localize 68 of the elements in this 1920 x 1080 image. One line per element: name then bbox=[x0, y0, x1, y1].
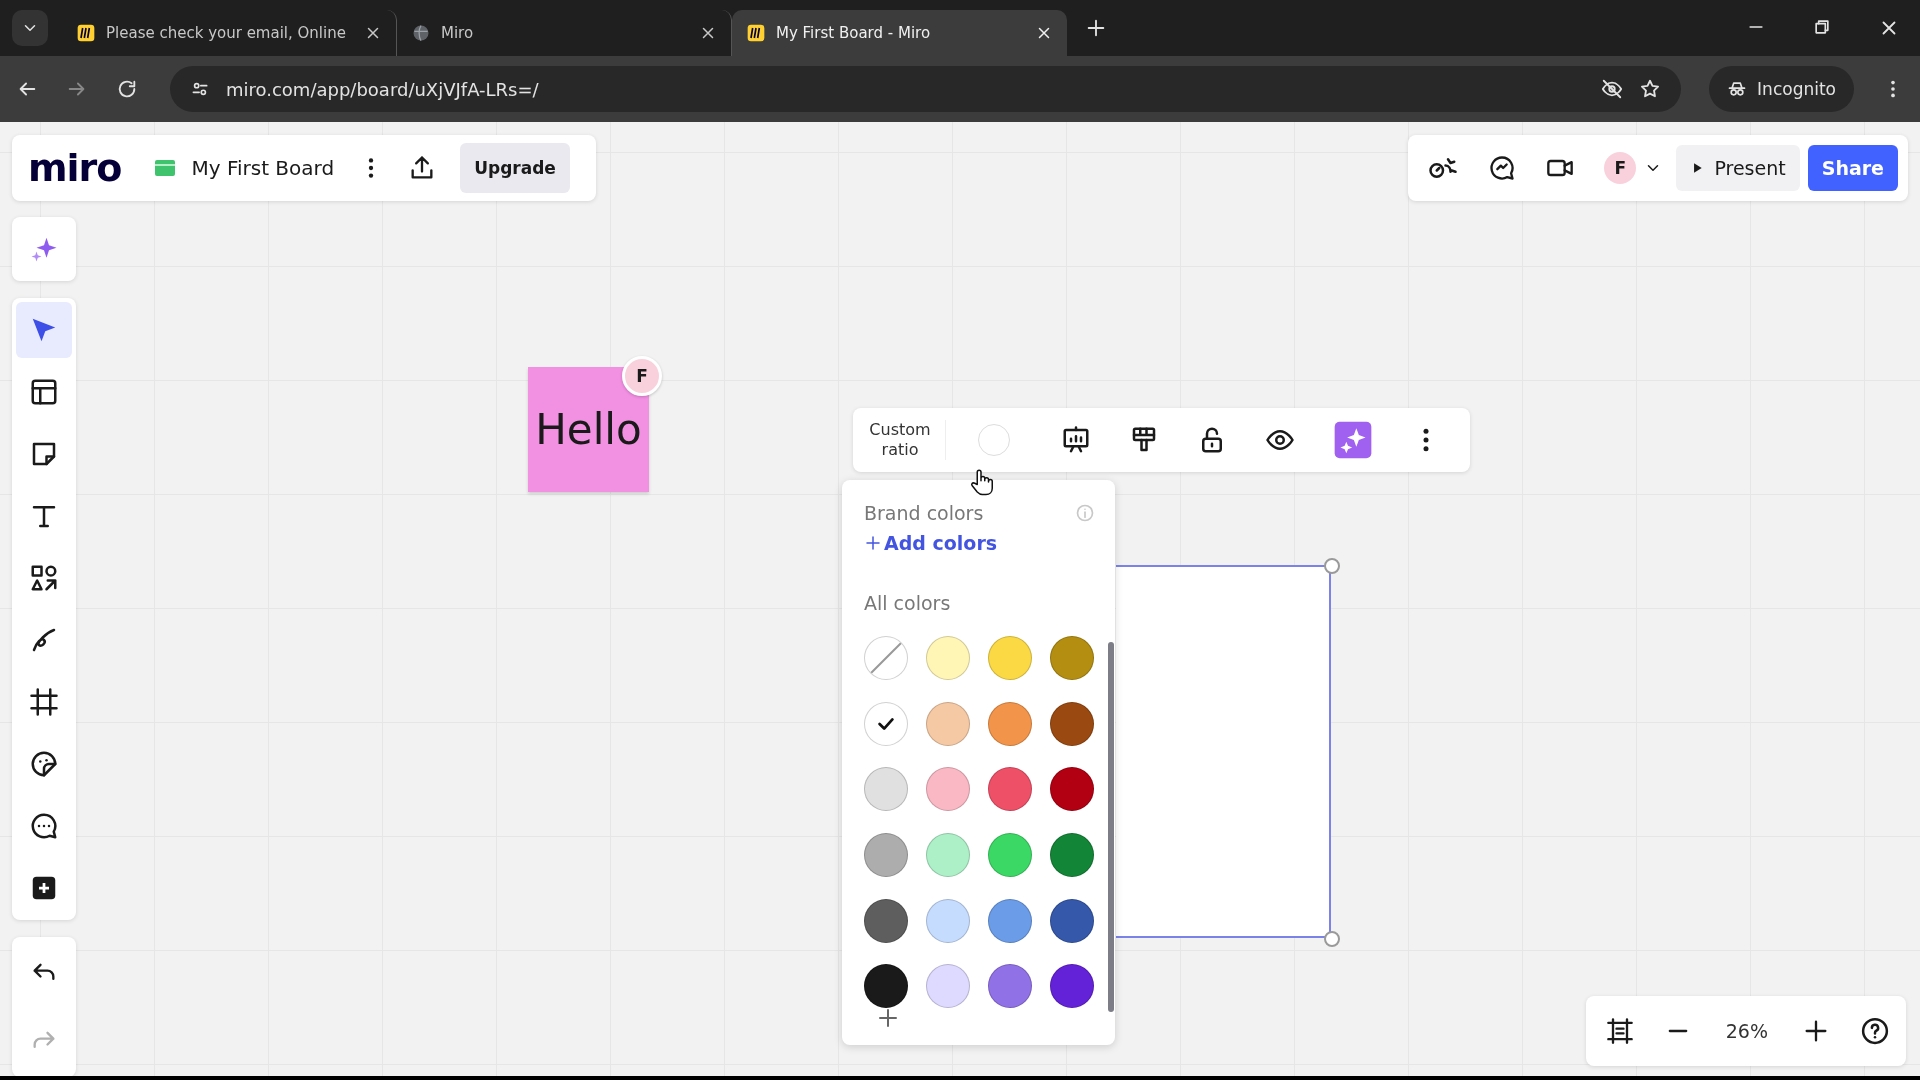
star-icon[interactable] bbox=[1639, 78, 1662, 100]
user-avatar: F bbox=[1604, 152, 1637, 184]
ai-icon[interactable] bbox=[1333, 420, 1373, 460]
comment-icon bbox=[29, 811, 59, 841]
color-swatch[interactable] bbox=[864, 964, 908, 1009]
color-swatch[interactable] bbox=[926, 701, 970, 746]
section-title: All colors bbox=[864, 592, 952, 614]
profile-button[interactable]: Incognito bbox=[1709, 66, 1854, 112]
color-swatch[interactable] bbox=[864, 767, 908, 812]
present-button[interactable]: Present bbox=[1676, 145, 1800, 191]
tab-title: My First Board - Miro bbox=[776, 24, 932, 42]
chat-icon[interactable] bbox=[1488, 154, 1517, 182]
color-swatch[interactable] bbox=[926, 833, 970, 877]
color-swatch[interactable] bbox=[864, 833, 908, 877]
color-swatch[interactable] bbox=[1050, 767, 1094, 812]
frame-icon bbox=[29, 687, 59, 717]
color-swatch[interactable] bbox=[864, 898, 908, 943]
upgrade-button[interactable]: Upgrade bbox=[460, 143, 570, 193]
color-swatch[interactable] bbox=[926, 767, 970, 812]
color-swatch[interactable] bbox=[1050, 898, 1094, 943]
add-color-icon[interactable] bbox=[876, 1006, 900, 1030]
color-swatch[interactable] bbox=[926, 636, 970, 680]
miro-logo[interactable]: miro bbox=[28, 146, 122, 190]
color-swatch[interactable] bbox=[926, 898, 970, 943]
resize-handle[interactable] bbox=[1324, 931, 1340, 947]
shapes-icon bbox=[29, 563, 59, 593]
board-logo-icon bbox=[76, 23, 96, 43]
color-swatch[interactable] bbox=[988, 833, 1032, 877]
add-colors-link[interactable]: Add colors bbox=[864, 532, 998, 554]
zoom-level[interactable]: 26% bbox=[1721, 1020, 1772, 1042]
color-swatch[interactable] bbox=[1050, 833, 1094, 877]
incognito-icon bbox=[1727, 79, 1748, 99]
new-tab-icon[interactable] bbox=[1085, 17, 1107, 39]
color-swatch[interactable] bbox=[864, 701, 908, 746]
tab-title: Please check your email, Online bbox=[106, 24, 347, 42]
color-swatch[interactable] bbox=[988, 701, 1032, 746]
tab-title: Miro bbox=[441, 24, 475, 42]
scrollbar[interactable] bbox=[1108, 642, 1114, 1012]
color-swatch[interactable] bbox=[988, 964, 1032, 1009]
color-swatch[interactable] bbox=[926, 964, 970, 1009]
author-avatar: F bbox=[622, 356, 662, 396]
color-swatch[interactable] bbox=[1050, 964, 1094, 1009]
no-color-swatch[interactable] bbox=[864, 636, 908, 680]
eye-crossed-icon[interactable] bbox=[1601, 78, 1624, 100]
layout-icon bbox=[29, 377, 59, 407]
help-icon[interactable] bbox=[1860, 1016, 1890, 1046]
user-menu-button[interactable]: F bbox=[1604, 152, 1663, 184]
browser-tab[interactable]: My First Board - Miro bbox=[732, 10, 1067, 56]
board-title[interactable]: My First Board bbox=[191, 156, 335, 180]
color-swatch[interactable] bbox=[988, 898, 1032, 943]
section-title: Brand colors bbox=[864, 502, 984, 524]
plus-icon bbox=[864, 534, 882, 552]
tab-search-button[interactable] bbox=[12, 10, 48, 46]
address-field[interactable]: miro.com/app/board/uXjVJfA-LRs=/ bbox=[170, 66, 1682, 112]
presentation-icon[interactable] bbox=[1061, 425, 1091, 455]
color-swatch[interactable] bbox=[988, 636, 1032, 680]
color-swatch[interactable] bbox=[1050, 636, 1094, 680]
color-swatch[interactable] bbox=[988, 767, 1032, 812]
reload-icon[interactable] bbox=[116, 78, 138, 100]
globe-icon bbox=[411, 23, 431, 43]
fit-screen-icon[interactable] bbox=[1605, 1017, 1634, 1045]
ratio-button[interactable]: Custom ratio bbox=[863, 420, 946, 460]
share-button[interactable]: Share bbox=[1807, 145, 1898, 191]
color-swatch[interactable] bbox=[1050, 701, 1094, 746]
resize-handle[interactable] bbox=[1324, 558, 1340, 574]
board-logo-icon bbox=[746, 23, 766, 43]
sticker-icon bbox=[29, 749, 59, 779]
restore-icon[interactable] bbox=[1812, 17, 1832, 37]
